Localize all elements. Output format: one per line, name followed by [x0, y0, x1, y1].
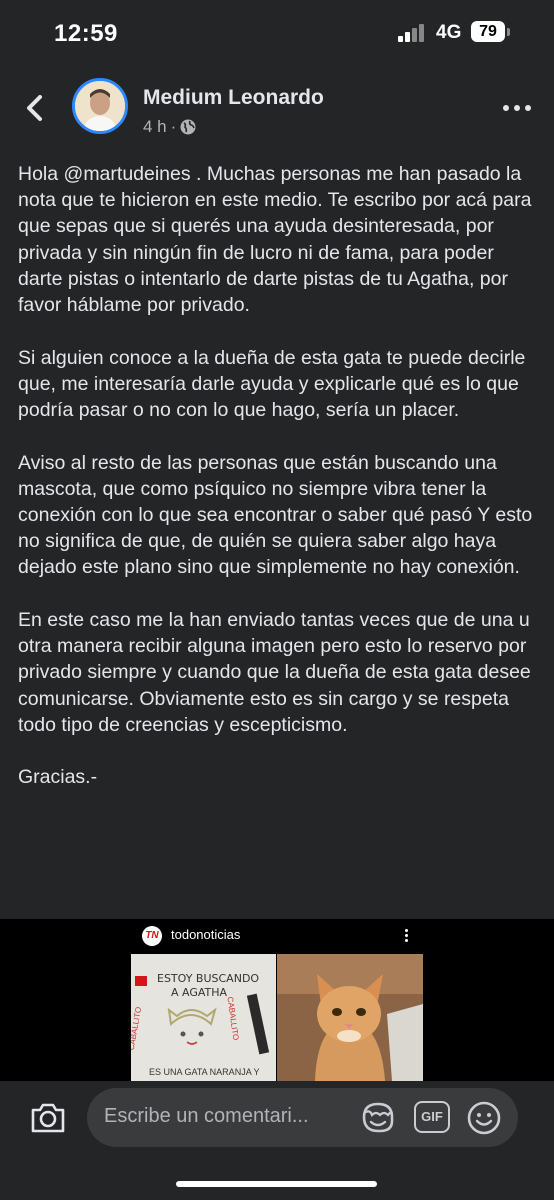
network-type: 4G [436, 22, 462, 43]
sticker-button[interactable] [360, 1099, 396, 1135]
meta-separator: · [170, 117, 177, 136]
post-time[interactable]: 4 h [143, 117, 167, 137]
back-button[interactable] [18, 90, 54, 126]
globe-icon [180, 119, 196, 135]
post-paragraph: Hola @martudeines . Muchas personas me h… [18, 163, 532, 317]
embed-account-name: todonoticias [171, 927, 241, 942]
battery-icon: 79 [471, 21, 505, 42]
sign-text-line2: A AGATHA [171, 986, 228, 999]
post-paragraph: En este caso me la han enviado tantas ve… [18, 609, 531, 736]
cat-photo [277, 954, 423, 1081]
status-bar: 12:59 4G 79 [0, 0, 554, 66]
embed-more-icon [404, 929, 410, 945]
camera-icon [31, 1103, 65, 1133]
gif-button[interactable]: GIF [414, 1101, 450, 1133]
home-indicator [176, 1181, 377, 1187]
emoji-icon [467, 1101, 501, 1135]
signal-strength-icon [398, 24, 428, 42]
status-time: 12:59 [54, 20, 118, 47]
post-paragraph: Gracias.- [18, 766, 98, 789]
author-avatar[interactable] [72, 78, 128, 134]
sign-text-line1: ESTOY BUSCANDO [157, 972, 260, 985]
post-paragraph: Si alguien conoce a la dueña de esta gat… [18, 346, 526, 422]
author-name[interactable]: Medium Leonardo [143, 86, 324, 110]
post-body: Hola @martudeines . Muchas personas me h… [18, 161, 538, 817]
comment-placeholder: Escribe un comentari... [104, 1105, 309, 1127]
back-chevron-icon [27, 95, 42, 121]
post-meta: 4 h · [143, 117, 196, 137]
sticker-icon [362, 1102, 394, 1133]
lost-cat-sign-photo: ESTOY BUSCANDO A AGATHA CABALLITO CABALL… [131, 954, 276, 1081]
sign-text-bottom: ES UNA GATA NARANJA Y [149, 1067, 260, 1077]
more-options-button[interactable] [503, 96, 535, 120]
camera-button[interactable] [28, 1098, 68, 1138]
more-dots-icon [503, 105, 509, 111]
post-paragraph: Aviso al resto de las personas que están… [18, 451, 533, 579]
emoji-button[interactable] [466, 1100, 502, 1136]
avatar-photo [75, 81, 125, 131]
battery-tip [507, 28, 510, 36]
tn-logo: TN [142, 926, 162, 946]
